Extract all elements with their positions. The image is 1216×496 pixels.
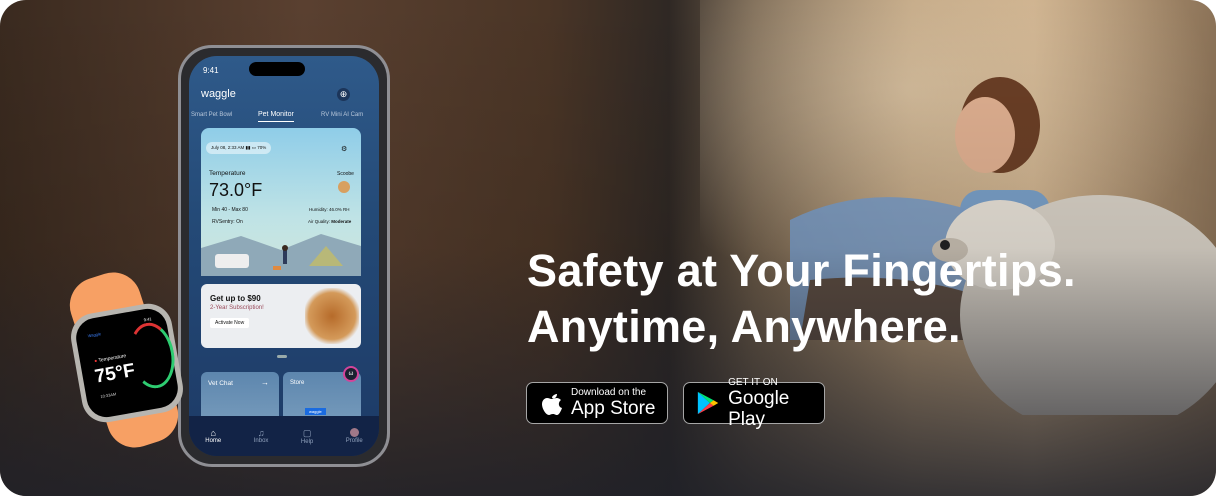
apple-icon [542, 394, 562, 415]
add-device-icon[interactable]: ⊕ [337, 88, 350, 101]
home-icon: ⌂ [210, 428, 216, 438]
tab-pet-monitor[interactable]: Pet Monitor [258, 111, 294, 122]
camping-illustration [201, 234, 361, 276]
nav-home-label: Home [205, 438, 222, 444]
phone-screen: 9:41 waggle ⊕ Smart Pet Bowl Pet Monitor… [189, 56, 379, 456]
tab-smart-pet-bowl[interactable]: Smart Pet Bowl [191, 112, 232, 118]
waggle-assistant-button[interactable]: ω [343, 366, 359, 382]
nav-inbox-label: Inbox [253, 438, 269, 444]
google-play-big: Google Play [728, 387, 790, 430]
activate-now-button[interactable]: Activate Now [210, 318, 250, 328]
arrow-right-icon: → [261, 378, 269, 387]
store-sign: waggle [305, 408, 326, 415]
tab-rv-mini-ai-cam[interactable]: RV Mini AI Cam [321, 112, 363, 118]
nav-help-label: Help [300, 438, 314, 445]
headline-line-1: Safety at Your Fingertips. [527, 245, 1076, 296]
app-store-big: App Store [571, 398, 656, 419]
watch-time: 9:41 [143, 316, 152, 323]
vet-chat-label: Vet Chat [208, 380, 233, 387]
nav-inbox[interactable]: ♫ Inbox [254, 428, 269, 444]
headline-line-2: Anytime, Anywhere. [527, 301, 961, 352]
app-store-button[interactable]: Download on the App Store [526, 382, 668, 424]
waggle-logo: waggle [201, 88, 236, 100]
air-quality-value: Moderate [331, 219, 352, 224]
google-play-icon [697, 391, 719, 415]
watch-case: Waggle 9:41 ● Temperature 75°F 10:33AM [67, 299, 187, 427]
google-play-button[interactable]: GET IT ON Google Play [683, 377, 825, 430]
dog-image [305, 288, 359, 344]
status-time: 9:41 [203, 66, 219, 75]
bell-icon: ♫ [257, 428, 265, 438]
nav-profile[interactable]: Profile [346, 428, 363, 444]
air-quality-label: Air Quality: [308, 219, 331, 224]
watch-brand: Waggle [87, 331, 102, 339]
promo-card[interactable]: Get up to $90 2-Year Subscription! Activ… [201, 284, 361, 348]
app-store-small: Download on the [571, 387, 647, 398]
chat-icon: ▢ [302, 427, 312, 438]
promo-title: Get up to $90 [210, 294, 261, 303]
humidity: Humidity: 46.0% RH [309, 207, 350, 212]
profile-avatar [349, 428, 359, 437]
dynamic-island [249, 62, 305, 76]
headline: Safety at Your Fingertips. Anytime, Anyw… [527, 243, 1076, 355]
promo-subtitle: 2-Year Subscription! [210, 305, 264, 311]
google-play-small: GET IT ON [728, 376, 778, 388]
temperature-label: Temperature [209, 170, 246, 177]
phone-mockup: 9:41 waggle ⊕ Smart Pet Bowl Pet Monitor… [178, 45, 390, 467]
carousel-dots[interactable] [277, 355, 287, 358]
battery-level: 70% [257, 145, 267, 150]
temperature-value: 73.0°F [209, 180, 263, 200]
promo-banner: Safety at Your Fingertips. Anytime, Anyw… [0, 0, 1216, 496]
smartwatch-mockup: Waggle 9:41 ● Temperature 75°F 10:33AM [62, 265, 198, 455]
nav-home[interactable]: ⌂ Home [205, 428, 221, 444]
min-max: Min 40 - Max 80 [212, 207, 248, 213]
status-chip: July 08, 2:33 AM ▮▮ ▭ 70% [206, 142, 272, 154]
nav-help[interactable]: ▢ Help [301, 428, 313, 445]
status-date: July 08, 2:33 AM [211, 145, 245, 150]
watch-updated: 10:33AM [100, 391, 117, 400]
bottom-nav: ⌂ Home ♫ Inbox ▢ Help Profile [189, 416, 379, 456]
pet-name: Scoobe [337, 171, 354, 177]
temperature-card[interactable]: July 08, 2:33 AM ▮▮ ▭ 70% ⚙ Temperature … [201, 128, 361, 276]
store-label: Store [290, 380, 305, 386]
rvsentry-status: RVSentry: On [212, 219, 243, 225]
nav-profile-label: Profile [345, 438, 363, 444]
settings-icon[interactable]: ⚙ [341, 145, 347, 153]
watch-temp-value: 75°F [93, 359, 137, 388]
pet-avatar [338, 181, 350, 193]
